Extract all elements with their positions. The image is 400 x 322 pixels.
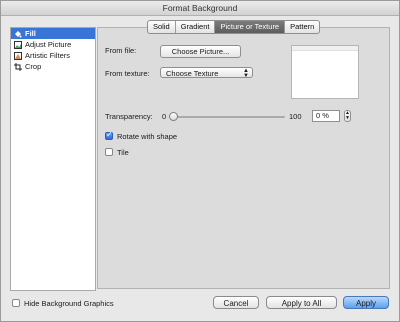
- from-file-label: From file:: [105, 46, 137, 55]
- choose-picture-button[interactable]: Choose Picture...: [160, 45, 241, 58]
- tile-label: Tile: [117, 148, 129, 157]
- texture-select[interactable]: Choose Texture ▲ ▼: [160, 67, 253, 79]
- tab-pattern[interactable]: Pattern: [285, 21, 319, 33]
- from-texture-label: From texture:: [105, 69, 150, 78]
- texture-select-value: Choose Texture: [166, 69, 219, 78]
- tab-picture-or-texture[interactable]: Picture or Texture: [215, 21, 286, 33]
- cancel-button[interactable]: Cancel: [213, 296, 259, 309]
- transparency-slider-thumb[interactable]: [169, 112, 178, 121]
- adjust-picture-icon: [14, 40, 22, 49]
- tab-gradient[interactable]: Gradient: [176, 21, 216, 33]
- hide-background-graphics-label: Hide Background Graphics: [24, 299, 114, 308]
- sidebar-item-label: Artistic Filters: [25, 51, 70, 60]
- transparency-stepper[interactable]: ▲ ▼: [344, 110, 351, 122]
- crop-icon: [14, 62, 22, 71]
- transparency-label: Transparency:: [105, 112, 153, 121]
- fill-bucket-icon: [14, 30, 22, 38]
- format-background-window: Format Background Fill Adjust Picture Ar…: [0, 0, 400, 322]
- fill-type-tabs: Solid Gradient Picture or Texture Patter…: [147, 20, 321, 34]
- apply-button[interactable]: Apply: [343, 296, 389, 309]
- apply-to-all-button[interactable]: Apply to All: [266, 296, 337, 309]
- window-title: Format Background: [1, 1, 399, 16]
- tab-solid[interactable]: Solid: [148, 21, 176, 33]
- sidebar-item-label: Adjust Picture: [25, 40, 72, 49]
- picture-preview: [291, 45, 359, 99]
- slider-max-label: 100: [289, 112, 302, 121]
- sidebar-item-label: Crop: [25, 62, 42, 71]
- sidebar-item-adjust-picture[interactable]: Adjust Picture: [11, 39, 95, 50]
- rotate-with-shape-label: Rotate with shape: [117, 132, 178, 141]
- sidebar-item-crop[interactable]: Crop: [11, 61, 95, 72]
- hide-background-graphics-checkbox[interactable]: [12, 299, 20, 307]
- transparency-slider-track[interactable]: [172, 116, 285, 118]
- sidebar-item-artistic-filters[interactable]: Artistic Filters: [11, 50, 95, 61]
- slider-min-label: 0: [162, 112, 167, 121]
- rotate-with-shape-checkbox[interactable]: [105, 130, 113, 140]
- select-arrows-icon: ▲ ▼: [243, 68, 249, 79]
- transparency-value-field[interactable]: 0 %: [312, 110, 340, 122]
- tile-checkbox[interactable]: [105, 148, 113, 156]
- sidebar-item-fill[interactable]: Fill: [11, 28, 95, 39]
- artistic-filters-icon: [14, 51, 22, 60]
- category-sidebar: Fill Adjust Picture Artistic Filters Cro…: [10, 27, 96, 291]
- sidebar-item-label: Fill: [25, 29, 36, 38]
